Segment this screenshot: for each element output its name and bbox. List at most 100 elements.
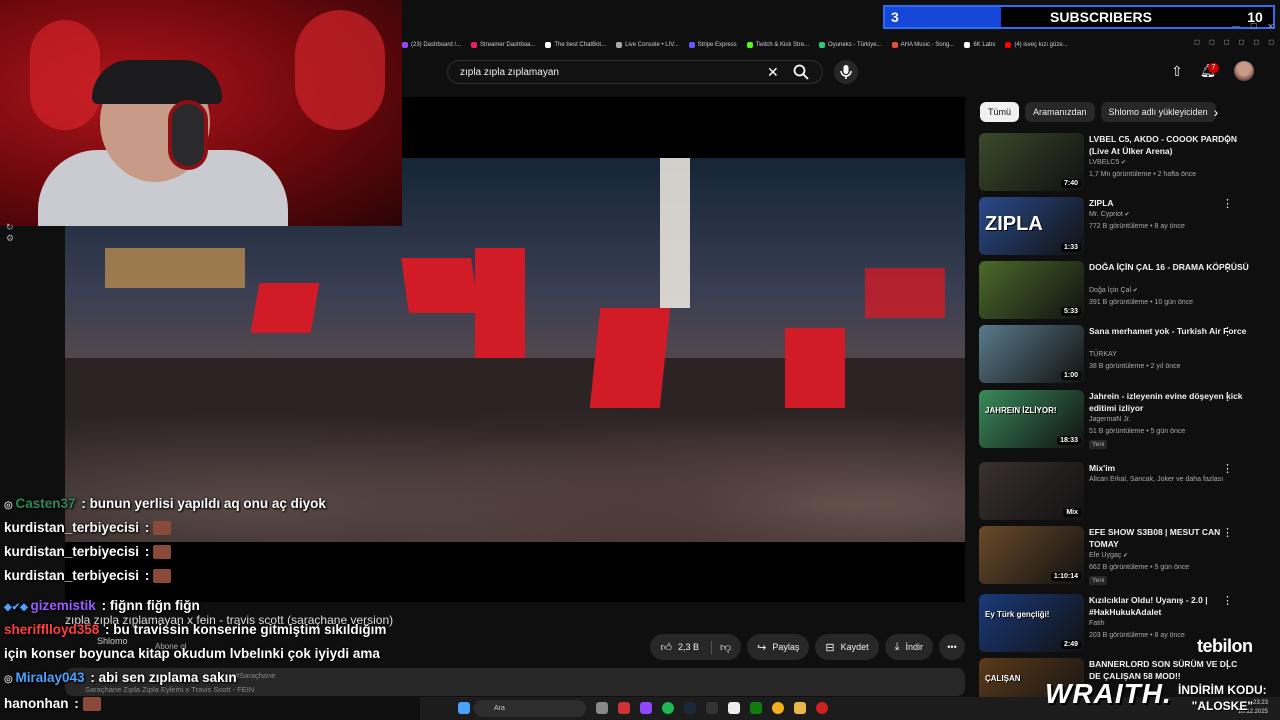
filter-chip[interactable]: Aramanızdan	[1025, 102, 1095, 122]
extension-icon[interactable]: ◻	[1209, 38, 1215, 52]
close-window-icon[interactable]: ✕	[1267, 22, 1274, 31]
video-thumbnail[interactable]: 1:00	[979, 325, 1084, 383]
recommendation-channel[interactable]: TÜRKAY	[1089, 351, 1117, 358]
user-badge-icon: ◎	[4, 674, 16, 685]
recommendation-channel[interactable]: Alican Erkal, Sancak, Joker ve daha fazl…	[1089, 476, 1223, 483]
recommendation-channel[interactable]: Doğa İçin Çal ✔	[1089, 287, 1138, 294]
folder-icon[interactable]	[794, 702, 806, 714]
chat-username[interactable]: sherifflloyd358	[4, 622, 99, 637]
chat-emote	[153, 545, 172, 560]
bookmark-item[interactable]: The best ChatBot...	[545, 42, 606, 48]
chevron-right-icon[interactable]: ›	[1208, 104, 1224, 120]
more-options-icon[interactable]: ⋮	[1222, 197, 1233, 211]
bookmark-item[interactable]: AHA Music - Song...	[891, 42, 954, 48]
recommendation-item[interactable]: Mix Mix'im Alican Erkal, Sancak, Joker ve …	[979, 462, 1274, 522]
extension-icon[interactable]: ◻	[1194, 38, 1200, 52]
bookmark-item[interactable]: Live Console • LIV...	[616, 42, 679, 48]
bookmark-label: Stripe Express	[697, 42, 737, 48]
bookmark-label: The best ChatBot...	[554, 42, 607, 48]
more-actions-button[interactable]: •••	[939, 634, 965, 660]
recommendation-item[interactable]: ZIPLA 1:33 ZIPLA Mr. Cypriot ✔ 772 B görüntü…	[979, 197, 1274, 257]
xbox-icon[interactable]	[750, 702, 762, 714]
extension-icon[interactable]: ◻	[1239, 38, 1245, 52]
chat-username[interactable]: kurdistan_terbiyecisi	[4, 568, 139, 583]
filter-chip[interactable]: Tümü	[980, 102, 1020, 122]
bookmark-item[interactable]: (4) isveç kızı güze...	[1005, 42, 1068, 48]
video-thumbnail[interactable]: Mix	[979, 462, 1084, 520]
recommendation-meta: 391 B görüntüleme • 10 gün önce	[1089, 299, 1194, 306]
extension-icon[interactable]: ◻	[1253, 38, 1259, 52]
epic-icon[interactable]	[706, 702, 718, 714]
bookmark-item[interactable]: Oyuneks - Türkiye...	[819, 42, 882, 48]
create-upload-icon[interactable]: ⇧	[1168, 63, 1186, 81]
spotify-icon[interactable]	[662, 702, 674, 714]
stream-screen: (23) Dashboard /... Streamer Dashboa... Th…	[0, 0, 1280, 720]
app-icon[interactable]	[816, 702, 828, 714]
recommendation-item[interactable]: 1:10:14 EFE SHOW S3B08 | MESUT CAN TOMAY E…	[979, 526, 1274, 586]
bookmark-item[interactable]: 6K Labs	[964, 42, 995, 48]
filter-chip[interactable]: Shlomo adlı yükleyiciden	[1100, 102, 1216, 122]
windows-start-icon[interactable]	[458, 702, 470, 714]
recommendation-channel[interactable]: LVBELC5 ✔	[1089, 159, 1126, 166]
more-options-icon[interactable]: ⋮	[1222, 658, 1233, 672]
sponsor-logo-wraith: WRAITH.	[1045, 678, 1172, 709]
chat-username[interactable]: Miralay043	[16, 670, 85, 685]
refresh-icon[interactable]: ↻	[6, 222, 18, 233]
chat-username[interactable]: kurdistan_terbiyecisi	[4, 520, 139, 535]
bookmark-item[interactable]: Twitch & Kick Stre...	[746, 42, 809, 48]
more-options-icon[interactable]: ⋮	[1222, 133, 1233, 147]
chat-username[interactable]: kurdistan_terbiyecisi	[4, 544, 139, 559]
video-thumbnail[interactable]: Ey Türk gençliği! 2:49	[979, 594, 1084, 652]
share-button[interactable]: ↪ Paylaş	[747, 634, 810, 660]
app-icon[interactable]	[618, 702, 630, 714]
more-options-icon[interactable]: ⋮	[1222, 325, 1233, 339]
recommendation-channel[interactable]: Fatih	[1089, 620, 1105, 627]
recommendation-item[interactable]: 1:00 Sana merhamet yok - Turkish Air Forc…	[979, 325, 1274, 385]
video-thumbnail[interactable]: JAHREIN İZLİYOR! 18:33	[979, 390, 1084, 448]
chat-username[interactable]: hanonhan	[4, 696, 69, 711]
extension-icon[interactable]: ◻	[1224, 38, 1230, 52]
more-options-icon[interactable]: ⋮	[1222, 261, 1233, 275]
more-options-icon[interactable]: ⋮	[1222, 390, 1233, 404]
video-thumbnail[interactable]: 1:10:14	[979, 526, 1084, 584]
bookmark-item[interactable]: Streamer Dashboa...	[471, 42, 535, 48]
recommendation-meta: 51 B görüntüleme • 5 gün önce	[1089, 428, 1186, 435]
download-button[interactable]: ⤓ İndir	[884, 634, 933, 660]
video-thumbnail[interactable]: ZIPLA 1:33	[979, 197, 1084, 255]
more-options-icon[interactable]: ⋮	[1222, 526, 1233, 540]
bookmark-item[interactable]: (23) Dashboard /...	[402, 42, 461, 48]
chrome-icon[interactable]	[772, 702, 784, 714]
share-icon: ↪	[757, 641, 767, 654]
maximize-icon[interactable]: ☐	[1250, 22, 1257, 31]
clear-search-icon[interactable]: ✕	[767, 63, 781, 81]
recommendation-item[interactable]: JAHREIN İZLİYOR! 18:33 Jahrein - izleyenin…	[979, 390, 1274, 450]
taskbar-search[interactable]: Ara	[474, 700, 586, 717]
recommendation-channel[interactable]: Efe Uygaç ✔	[1089, 552, 1128, 559]
search-button[interactable]	[792, 63, 816, 81]
chat-username[interactable]: Casten37	[16, 496, 76, 511]
minimize-icon[interactable]: —	[1232, 22, 1240, 31]
recommendation-channel[interactable]: JagermaN Jr.	[1089, 416, 1131, 423]
more-options-icon[interactable]: ⋮	[1222, 594, 1233, 608]
app-icon[interactable]	[640, 702, 652, 714]
video-thumbnail[interactable]: 7:40	[979, 133, 1084, 191]
recommendation-item[interactable]: 7:40 LVBEL C5, AKDO - COOOK PARDON (Live …	[979, 133, 1274, 193]
recommendation-channel[interactable]: Mr. Cypriot ✔	[1089, 211, 1130, 218]
recommendation-item[interactable]: 5:33 DOĞA İÇİN ÇAL 16 - DRAMA KÖPRÜSÜ Doğa…	[979, 261, 1274, 321]
voice-search-button[interactable]	[834, 60, 858, 84]
settings-icon[interactable]: ⚙	[6, 233, 18, 244]
extension-icon[interactable]: ◻	[1268, 38, 1274, 52]
taskview-icon[interactable]	[596, 702, 608, 714]
avatar[interactable]	[1234, 61, 1254, 81]
app-icon[interactable]	[728, 702, 740, 714]
save-button[interactable]: ⊟ Kaydet	[815, 634, 879, 660]
like-button[interactable]: 👍︎ 2,3 B 👎︎	[650, 634, 742, 660]
thumbs-down-icon[interactable]: 👎︎	[710, 640, 731, 654]
chat-overlay: ◎ Casten37 : bunun yerlisi yapıldı aq on…	[0, 494, 420, 720]
video-thumbnail[interactable]: 5:33	[979, 261, 1084, 319]
chat-username[interactable]: gizemistik	[31, 598, 96, 613]
subscriber-count: 3	[891, 9, 899, 25]
steam-icon[interactable]	[684, 702, 696, 714]
more-options-icon[interactable]: ⋮	[1222, 462, 1233, 476]
bookmark-item[interactable]: Stripe Express	[688, 42, 737, 48]
